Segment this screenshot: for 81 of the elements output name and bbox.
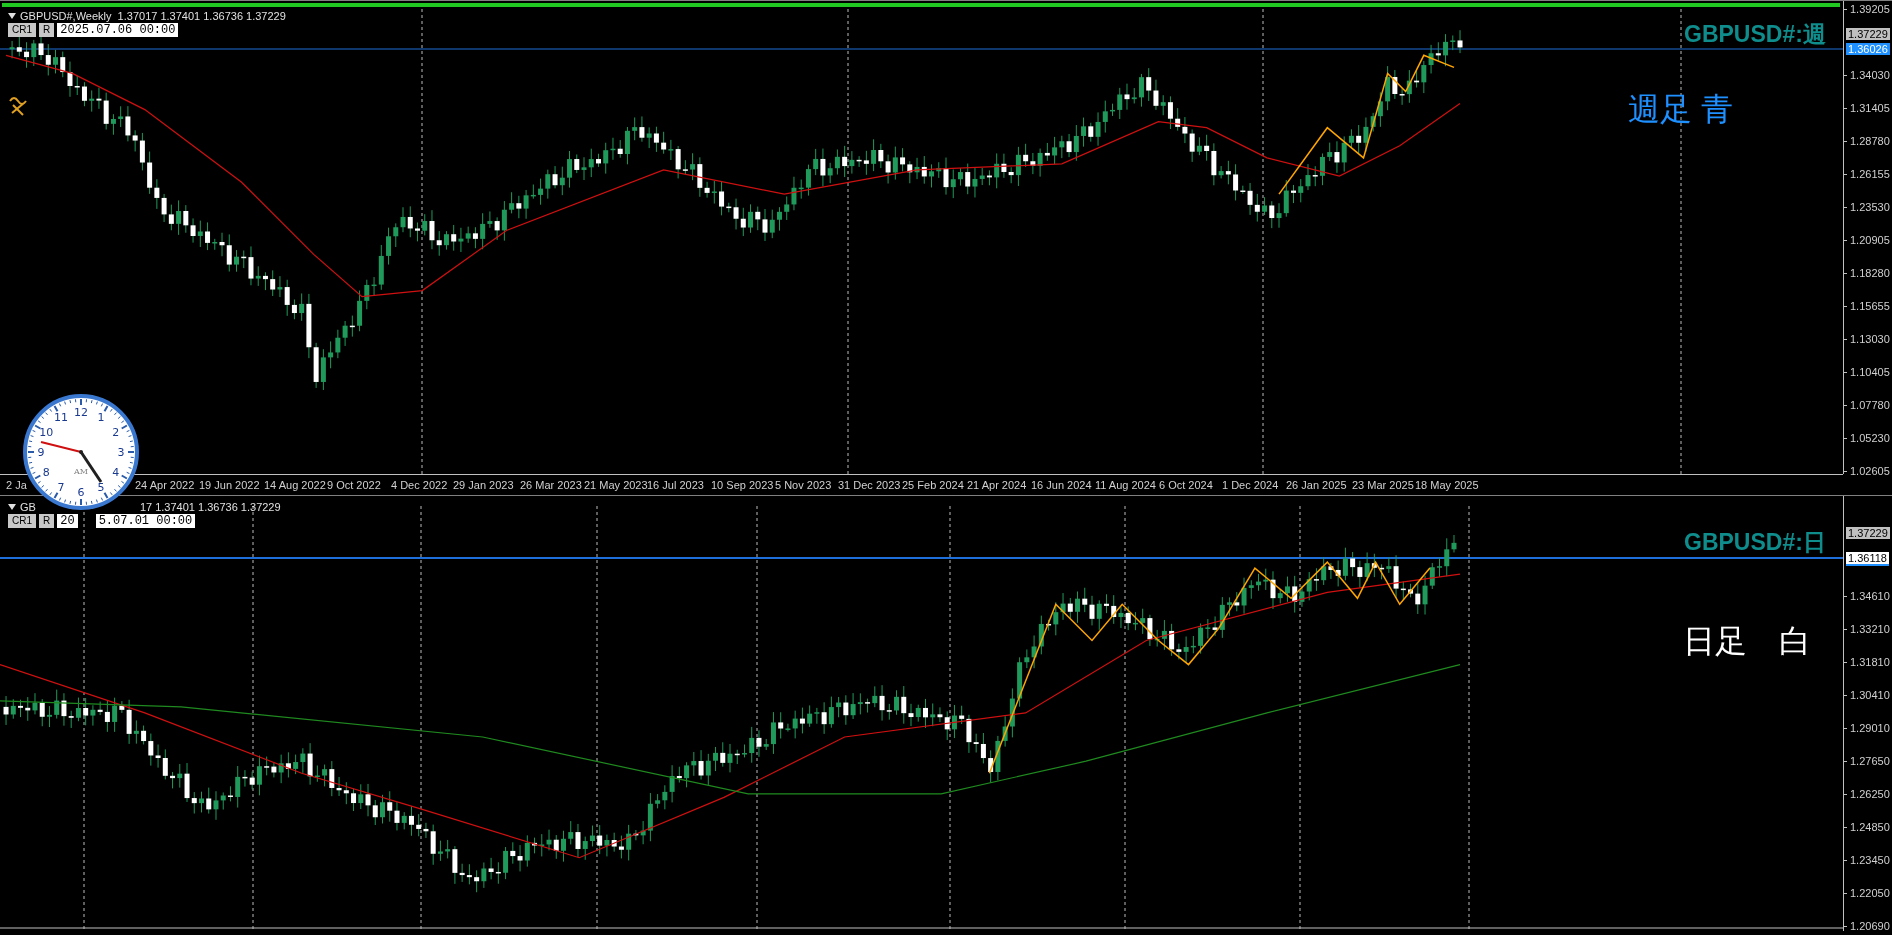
wavy-icon [9, 97, 27, 116]
clock-period: AM [74, 467, 88, 476]
clock-number: 11 [54, 411, 68, 425]
clock-number: 12 [74, 406, 88, 419]
clock-number: 3 [117, 446, 125, 459]
date-label: 18 May 2025 [1415, 479, 1479, 491]
price-label: 1.20905 [1850, 234, 1890, 246]
clock-number: 7 [57, 480, 65, 494]
date-label: 14 Aug 2022 [264, 479, 326, 491]
chart-button[interactable]: CR1 [8, 514, 36, 528]
dropdown-icon [8, 13, 16, 19]
clock-number: 6 [77, 486, 85, 499]
chart-info: GBPUSD#,Weekly 1.37017 1.37401 1.36736 1.37229 [20, 10, 286, 22]
clock-number: 4 [112, 466, 120, 479]
date-label: 21 May 2023 [584, 479, 648, 491]
date-label: 21 Apr 2024 [967, 479, 1027, 491]
price-label: 1.29010 [1850, 722, 1890, 734]
date-label: 2 Ja [6, 479, 27, 491]
price-label: 1.31810 [1850, 656, 1890, 668]
price-label: 1.34610 [1850, 590, 1890, 602]
clock-number: 9 [37, 446, 45, 459]
dropdown-icon [8, 504, 16, 510]
date-label: 11 Aug 2024 [1095, 479, 1156, 491]
date-label: 10 Sep 2023 [711, 479, 774, 491]
price-label: 1.13030 [1850, 333, 1890, 345]
date-field: 2025.07.06 00:00 [57, 23, 179, 37]
date-label: 16 Jun 2024 [1031, 479, 1092, 491]
chart-info: GB [20, 501, 36, 513]
date-label: 26 Mar 2023 [520, 479, 582, 491]
price-label: 1.26155 [1850, 168, 1890, 180]
price-tag: 1.37229 [1846, 527, 1890, 539]
date-label: 23 Mar 2025 [1352, 479, 1414, 491]
price-label: 1.07780 [1850, 399, 1890, 411]
price-tag: 1.36118 [1846, 552, 1889, 566]
price-label: 1.24850 [1850, 821, 1890, 833]
date-label: 9 Oct 2022 [327, 479, 381, 491]
date-label: 5 Nov 2023 [775, 479, 832, 491]
date-label: 29 Jan 2023 [453, 479, 514, 491]
date-label: 4 Dec 2022 [391, 479, 448, 491]
price-tag: 1.37229 [1846, 28, 1890, 40]
price-label: 1.27650 [1850, 755, 1890, 767]
price-label: 1.22050 [1850, 887, 1890, 899]
price-label: 1.05230 [1850, 432, 1890, 444]
price-label: 1.39205 [1850, 3, 1890, 15]
price-label: 1.28780 [1850, 135, 1890, 147]
price-label: 1.10405 [1850, 366, 1890, 378]
date-label: 1 Dec 2024 [1222, 479, 1279, 491]
price-label: 1.15655 [1850, 300, 1890, 312]
date-label: 24 Apr 2022 [135, 479, 195, 491]
chart-info: 17 1.37401 1.36736 1.37229 [139, 501, 281, 513]
date-label: 16 Jul 2023 [647, 479, 704, 491]
price-label: 1.26250 [1850, 788, 1890, 800]
clock-number: 8 [42, 466, 50, 479]
clock-number: 10 [39, 426, 54, 439]
chart-title: GBPUSD#:日 [1684, 529, 1826, 555]
chart-title: GBPUSD#:週 [1684, 21, 1826, 47]
date-label: 6 Oct 2024 [1159, 479, 1213, 491]
clock-number: 5 [97, 480, 105, 494]
price-label: 1.34030 [1850, 69, 1890, 81]
price-tag: 1.36026 [1846, 43, 1890, 55]
date-label: 26 Jan 2025 [1286, 479, 1347, 491]
price-label: 1.23530 [1850, 201, 1890, 213]
chart-button[interactable]: R [39, 514, 55, 528]
clock-number: 2 [112, 426, 120, 439]
date-field: 20 [57, 514, 78, 528]
date-label: 19 Jun 2022 [199, 479, 260, 491]
chart-button[interactable]: R [39, 23, 55, 37]
price-label: 1.18280 [1850, 267, 1890, 279]
clock-number: 1 [97, 411, 105, 425]
price-label: 1.31405 [1850, 102, 1890, 114]
price-label: 1.20690 [1850, 920, 1890, 932]
chart-button[interactable]: CR1 [8, 23, 36, 37]
price-label: 1.23450 [1850, 854, 1890, 866]
date-label: 25 Feb 2024 [902, 479, 964, 491]
price-label: 1.30410 [1850, 689, 1890, 701]
date-label: 31 Dec 2023 [838, 479, 901, 491]
chart-note: 日足 白 [1683, 623, 1811, 659]
date-field: 5.07.01 00:00 [95, 514, 196, 528]
price-label: 1.02605 [1850, 465, 1890, 477]
chart-note: 週足 青 [1628, 91, 1733, 127]
price-label: 1.33210 [1850, 623, 1890, 635]
